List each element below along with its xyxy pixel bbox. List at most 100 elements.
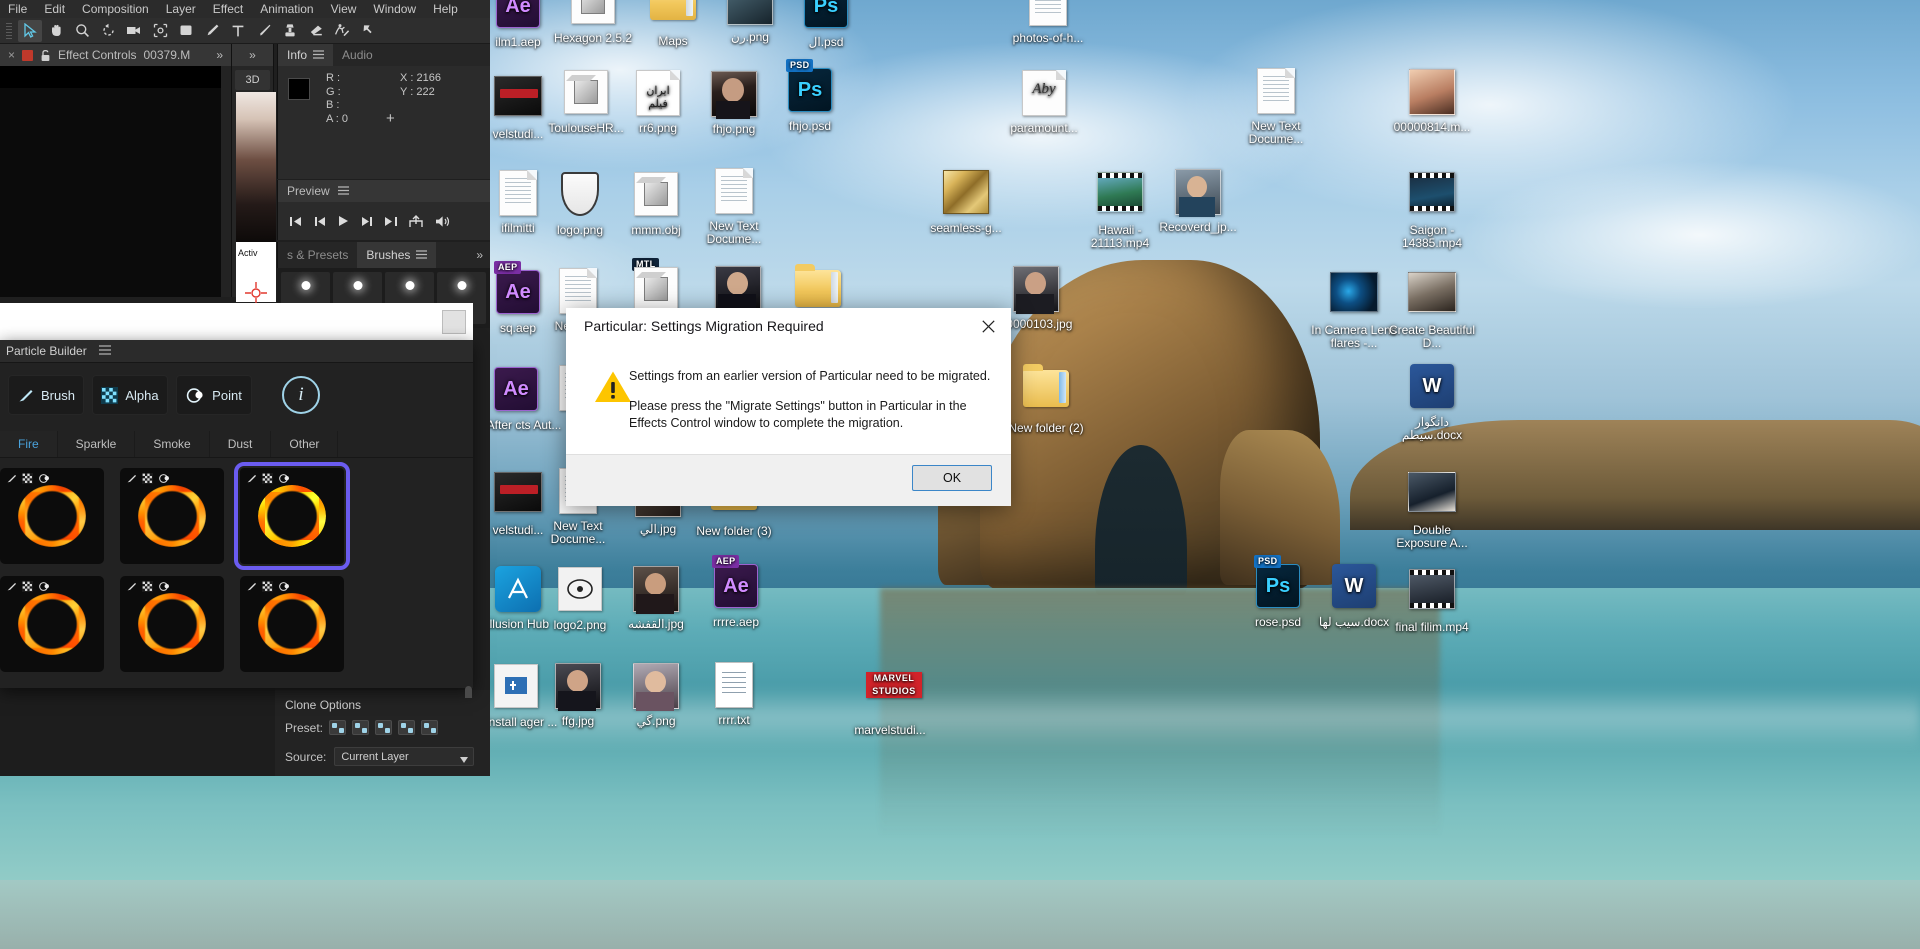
hand-tool[interactable] [44, 20, 68, 42]
pen-tool[interactable] [200, 20, 224, 42]
hamburger-menu-icon[interactable] [337, 184, 349, 198]
swatch-box[interactable] [442, 310, 466, 334]
desktop-icon[interactable]: 00000814.m... [1384, 68, 1480, 134]
toggle-3d-button[interactable]: 3D [235, 70, 270, 90]
particle-grid-scrollbar[interactable] [465, 686, 472, 698]
desktop-icon[interactable]: AEP Ae rrrre.aep [688, 555, 784, 629]
rotation-tool[interactable] [96, 20, 120, 42]
category-tab-fire[interactable]: Fire [0, 431, 58, 457]
clone-source-select[interactable]: Current Layer [334, 747, 475, 766]
desktop-icon[interactable]: PSDPs ال.psd [778, 0, 874, 49]
shape-tool[interactable] [174, 20, 198, 42]
mode-brush-button[interactable]: Brush [8, 375, 84, 415]
hamburger-menu-icon[interactable] [416, 248, 428, 262]
category-tab-sparkle[interactable]: Sparkle [57, 431, 136, 457]
effect-controls-scrollbar[interactable] [221, 66, 231, 297]
next-frame-button[interactable] [361, 216, 373, 227]
desktop-icon[interactable]: New folder (2) [998, 364, 1094, 435]
clone-preset-4-button[interactable] [398, 720, 416, 735]
info-panel-body: R : G : B : A : 0 X : 2166 Y : 222 + [278, 66, 490, 179]
preset-fire-ring-6[interactable] [240, 576, 344, 672]
preview-panel-title: Preview [287, 184, 330, 198]
effect-controls-tab[interactable]: × Effect Controls 00379.M » [0, 44, 231, 66]
brush-tool[interactable] [252, 20, 276, 42]
eraser-tool[interactable] [304, 20, 328, 42]
preset-fire-ring-3[interactable] [234, 462, 350, 570]
info-button[interactable]: i [282, 376, 320, 414]
desktop-icon[interactable]: Aby paramount... [996, 70, 1092, 135]
menu-edit[interactable]: Edit [44, 2, 65, 16]
preset-fire-ring-2[interactable] [120, 468, 224, 564]
selection-tool[interactable] [18, 19, 42, 42]
desktop-icon[interactable]: MARVEL STUDIOS marvelstudi... [842, 662, 938, 737]
hamburger-menu-icon[interactable] [98, 342, 111, 360]
roto-brush-tool[interactable] [330, 20, 354, 42]
share-button[interactable] [409, 214, 423, 228]
previous-frame-button[interactable] [314, 216, 326, 227]
desktop-icon[interactable]: New Text Docume... [686, 168, 782, 246]
ok-button[interactable]: OK [912, 465, 992, 491]
menu-window[interactable]: Window [373, 2, 416, 16]
play-button[interactable] [338, 215, 349, 227]
hamburger-menu-icon[interactable] [313, 48, 325, 62]
tab-audio[interactable]: Audio [333, 44, 382, 66]
first-frame-button[interactable] [290, 216, 302, 227]
panel-overflow-icon[interactable]: » [216, 48, 223, 62]
composition-preview-thumbnail[interactable]: Activ [236, 92, 276, 302]
menu-effect[interactable]: Effect [213, 2, 243, 16]
zoom-tool[interactable] [70, 20, 94, 42]
desktop-icon[interactable]: seamless-g... [918, 168, 1014, 235]
preset-fire-ring-4[interactable] [0, 576, 104, 672]
toolbar-gripper[interactable] [6, 22, 12, 39]
desktop-icon[interactable]: Create Beautiful D... [1384, 268, 1480, 350]
tab-brushes[interactable]: Brushes [357, 242, 437, 268]
info-y-value: 222 [416, 85, 435, 98]
preset-fire-ring-5[interactable] [120, 576, 224, 672]
category-tab-dust[interactable]: Dust [209, 431, 272, 457]
panel-overflow-icon[interactable]: » [476, 248, 483, 262]
desktop-icon[interactable]: Recoverd_jp... [1150, 168, 1246, 234]
camera-tool[interactable] [122, 20, 146, 42]
speaker-icon[interactable] [435, 215, 450, 228]
desktop-icon[interactable]: final filim.mp4 [1384, 565, 1480, 634]
desktop-icon[interactable]: PSD Ps fhjo.psd [762, 59, 858, 133]
menu-file[interactable]: File [8, 2, 27, 16]
desktop-icon-glyph [1408, 172, 1456, 220]
desktop-icon-label: دانگوار سيطم.docx [1401, 415, 1463, 442]
desktop-icon[interactable]: rrrr.txt [686, 662, 782, 727]
desktop-icon[interactable]: photos-of-h... [1000, 0, 1096, 45]
category-tab-smoke[interactable]: Smoke [135, 431, 210, 457]
clone-preset-2-button[interactable] [352, 720, 370, 735]
desktop-icon[interactable]: New Text Docume... [1228, 68, 1324, 146]
pan-behind-tool[interactable] [148, 20, 172, 42]
preview-panel-header[interactable]: Preview [278, 180, 490, 202]
menu-layer[interactable]: Layer [166, 2, 196, 16]
chevron-down-icon[interactable] [460, 754, 469, 766]
mode-point-button[interactable]: Point [176, 375, 252, 415]
dialog-paragraph-2: Please press the "Migrate Settings" butt… [629, 399, 967, 430]
mode-alpha-button[interactable]: Alpha [92, 375, 168, 415]
menu-view[interactable]: View [331, 2, 357, 16]
clone-preset-5-button[interactable] [421, 720, 439, 735]
tab-effects-and-presets[interactable]: s & Presets [278, 242, 358, 268]
close-x-icon[interactable] [969, 312, 1007, 340]
desktop-icon[interactable]: Saigon - 14385.mp4 [1384, 168, 1480, 250]
menu-composition[interactable]: Composition [82, 2, 149, 16]
clone-preset-1-button[interactable] [329, 720, 347, 735]
panel-overflow-icon[interactable]: » [232, 44, 273, 66]
preset-fire-ring-1[interactable] [0, 468, 104, 564]
last-frame-button[interactable] [385, 216, 397, 227]
category-tab-other[interactable]: Other [271, 431, 339, 457]
desktop-icon[interactable]: W دانگوار سيطم.docx [1384, 362, 1480, 442]
preset-type-badges [126, 581, 171, 592]
menu-animation[interactable]: Animation [260, 2, 313, 16]
close-icon[interactable]: × [8, 48, 15, 62]
type-tool[interactable] [226, 20, 250, 42]
menu-help[interactable]: Help [433, 2, 458, 16]
clone-preset-3-button[interactable] [375, 720, 393, 735]
clone-stamp-tool[interactable] [278, 20, 302, 42]
puppet-tool[interactable] [356, 20, 380, 42]
desktop-icon[interactable]: Double Exposure A... [1384, 468, 1480, 550]
desktop-icon-glyph [1096, 172, 1144, 220]
tab-info[interactable]: Info [278, 44, 334, 66]
